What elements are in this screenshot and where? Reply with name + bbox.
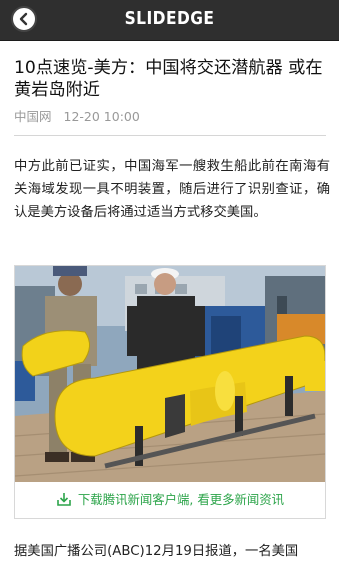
article-paragraph: 据美国广播公司(ABC)12月19日报道，一名美国 — [14, 544, 299, 559]
app-title: SLIDEDGE — [124, 8, 215, 29]
article-paragraph: 中方此前已证实，中国海军一艘救生船此前在南海有关海域发现一具不明装置，随后进行了… — [14, 159, 330, 220]
article-datetime: 12-20 10:00 — [63, 109, 140, 124]
top-bar: SLIDEDGE — [0, 0, 339, 41]
download-icon — [57, 493, 71, 506]
article-photo[interactable] — [15, 266, 325, 482]
article-headline: 10点速览-美方：中国将交还潜航器 或在黄岩岛附近 — [14, 58, 323, 100]
promo-text: 下载腾讯新闻客户端, 看更多新闻资讯 — [77, 492, 285, 507]
download-app-promo[interactable]: 下载腾讯新闻客户端, 看更多新闻资讯 — [15, 482, 325, 518]
divider — [14, 135, 326, 136]
article-source[interactable]: 中国网 — [14, 109, 52, 124]
article-meta: 中国网 12-20 10:00 — [14, 106, 148, 125]
article-figure: 下载腾讯新闻客户端, 看更多新闻资讯 — [14, 265, 326, 519]
